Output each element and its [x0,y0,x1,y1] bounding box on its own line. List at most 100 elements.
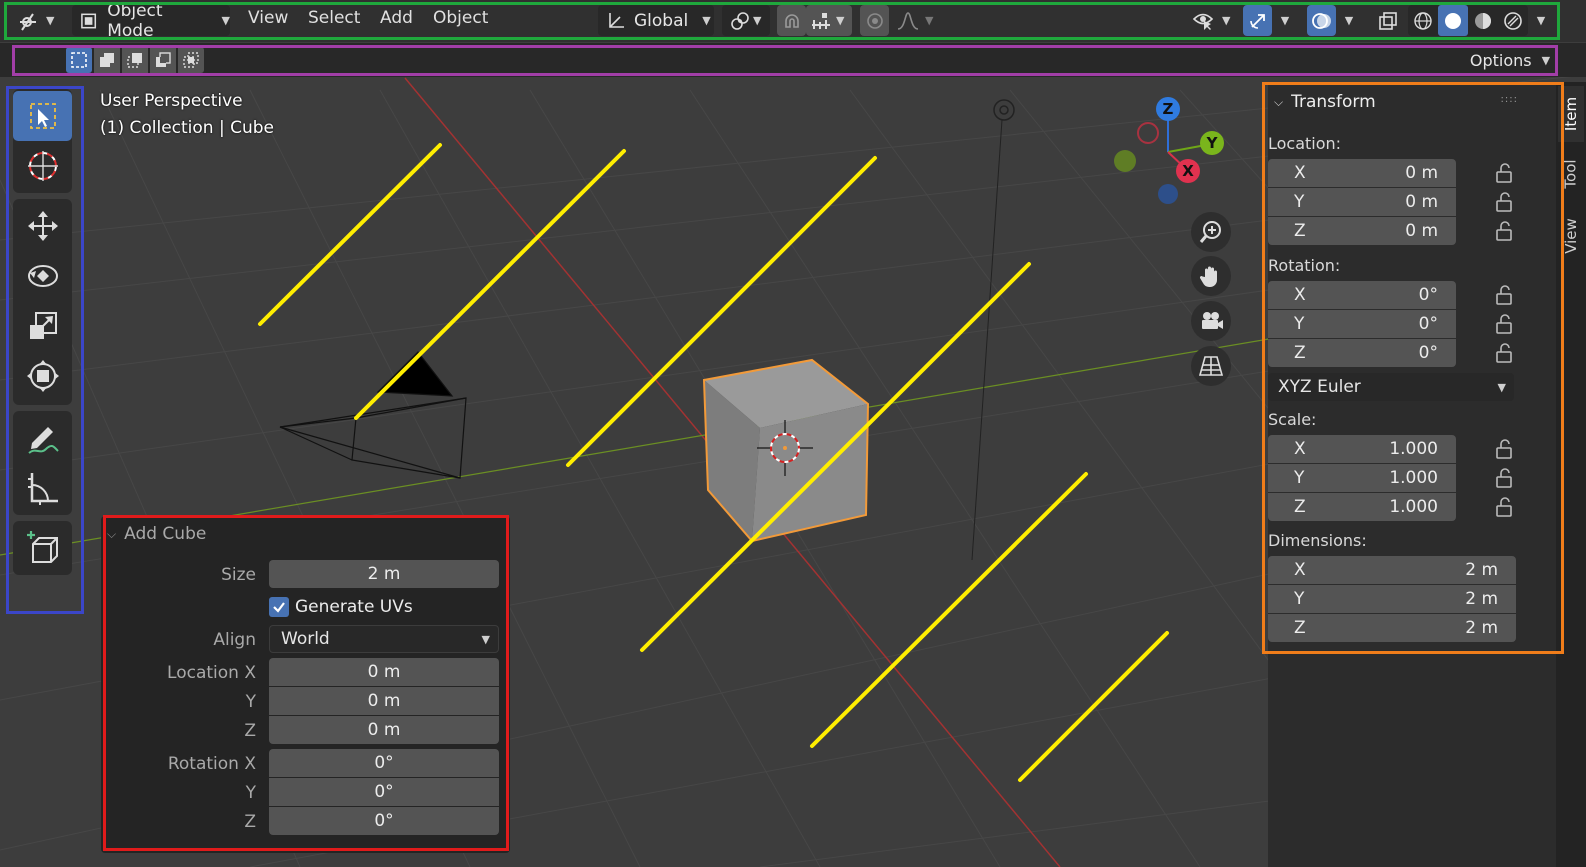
menu-view[interactable]: View [248,8,288,28]
lock-icon[interactable] [1494,191,1516,213]
overlays-toggle[interactable] [1307,5,1336,36]
annotate-tool[interactable] [13,413,72,463]
tab-label: Tool [1562,159,1581,189]
pivot-point-dropdown[interactable]: ▼ [722,5,770,36]
location-z-field[interactable]: Z 0 m [1268,217,1456,245]
move-tool[interactable] [13,201,72,251]
rotation-z-field[interactable]: 0° [269,807,499,835]
lock-icon[interactable] [1494,313,1516,335]
pan-hand-icon[interactable] [1191,256,1231,296]
generate-uvs-checkbox[interactable]: Generate UVs [269,596,413,618]
options-dropdown[interactable]: Options ▼ [1462,47,1558,73]
dimensions-x-field[interactable]: X 2 m [1268,556,1516,584]
gizmo-y-label: Y [1206,134,1218,152]
size-field[interactable]: 2 m [269,560,499,588]
tab-item[interactable]: Item [1558,86,1584,142]
falloff-curve-icon [897,11,919,30]
sidebar-tabs: Item Tool View [1556,82,1586,867]
gizmo-dropdown[interactable]: ▼ [1274,5,1296,36]
material-sphere-icon [1475,12,1491,29]
lock-icon[interactable] [1494,496,1516,518]
xray-toggle[interactable] [1373,5,1402,36]
viewport-header: ▼ Object Mode ▼ View Select Add Object G… [0,0,1586,42]
lock-icon[interactable] [1494,220,1516,242]
menu-select[interactable]: Select [308,8,360,28]
dimensions-z-field[interactable]: Z 2 m [1268,614,1516,642]
rotation-x-field[interactable]: 0° [269,749,499,777]
field-value: 0° [1418,314,1438,334]
select-extend-button[interactable] [94,47,120,73]
orientation-dropdown[interactable]: Global ▼ [598,5,714,36]
proportional-editing-icon [866,12,883,29]
lock-icon[interactable] [1494,438,1516,460]
perspective-grid-icon[interactable] [1191,346,1231,386]
axis-label: Z [1294,497,1306,517]
rotation-x-field[interactable]: X 0° [1268,281,1456,309]
location-x-field[interactable]: 0 m [269,658,499,686]
options-label: Options [1469,50,1532,70]
move-icon [27,211,58,241]
transform-tool[interactable] [13,351,72,401]
rotation-y-field[interactable]: 0° [269,778,499,806]
proportional-falloff-dropdown[interactable]: ▼ [893,5,938,36]
tab-tool[interactable]: Tool [1558,146,1584,202]
select-extend-icon [100,53,114,67]
wireframe-shading-button[interactable] [1408,5,1438,36]
lock-icon[interactable] [1494,162,1516,184]
add-cube-tool[interactable] [13,523,72,573]
visibility-dropdown[interactable]: ▼ [1186,5,1234,36]
drag-handle-icon[interactable]: :::: [1501,94,1518,105]
align-dropdown[interactable]: World ▼ [269,625,499,653]
camera-view-icon[interactable] [1191,301,1231,341]
snap-target-dropdown[interactable]: ▼ [806,5,852,36]
rotation-mode-dropdown[interactable]: XYZ Euler ▼ [1268,373,1514,401]
overlays-dropdown[interactable]: ▼ [1338,5,1360,36]
tab-label: Item [1562,96,1580,132]
lock-icon[interactable] [1494,467,1516,489]
cursor-tool[interactable] [13,141,72,191]
shading-dropdown[interactable]: ▼ [1530,5,1552,36]
zoom-icon[interactable] [1191,212,1231,252]
lock-icon[interactable] [1494,342,1516,364]
rotate-tool[interactable] [13,251,72,301]
select-intersect-button[interactable] [178,47,204,73]
snap-toggle[interactable] [777,5,806,36]
redo-panel-header[interactable]: ⌵ Add Cube [107,520,206,548]
field-value: 0 m [1405,163,1438,183]
select-invert-button[interactable] [150,47,176,73]
rotation-z-field[interactable]: Z 0° [1268,339,1456,367]
menu-add[interactable]: Add [380,8,413,28]
transform-panel-header[interactable]: ⌵ Transform :::: [1268,86,1556,118]
solid-shading-button[interactable] [1438,5,1468,36]
tool-shelf [10,89,76,608]
location-y-field[interactable]: Y 0 m [1268,188,1456,216]
field-value: 2 m [1465,560,1498,580]
field-value: 0 m [1405,221,1438,241]
location-y-field[interactable]: 0 m [269,687,499,715]
shading-modes [1408,5,1528,36]
lock-icon[interactable] [1494,284,1516,306]
location-z-field[interactable]: 0 m [269,716,499,744]
rotation-y-field[interactable]: Y 0° [1268,310,1456,338]
dimensions-y-field[interactable]: Y 2 m [1268,585,1516,613]
menu-object[interactable]: Object [433,8,488,28]
gizmo-toggle[interactable] [1243,5,1272,36]
scale-x-field[interactable]: X 1.000 [1268,435,1456,463]
mode-dropdown[interactable]: Object Mode ▼ [72,1,230,41]
rendered-shading-button[interactable] [1498,5,1528,36]
select-new-button[interactable] [66,47,92,73]
editor-type-button[interactable]: ▼ [18,5,58,36]
measure-tool[interactable] [13,463,72,513]
scale-z-field[interactable]: Z 1.000 [1268,493,1456,521]
scale-tool[interactable] [13,301,72,351]
tab-view[interactable]: View [1558,206,1584,266]
axis-label: Y [1294,589,1305,609]
select-subtract-button[interactable] [122,47,148,73]
pivot-point-icon [731,11,749,30]
select-box-tool[interactable] [13,91,72,141]
transform-icon [26,360,59,392]
location-x-field[interactable]: X 0 m [1268,159,1456,187]
proportional-editing-toggle[interactable] [860,5,889,36]
scale-y-field[interactable]: Y 1.000 [1268,464,1456,492]
material-shading-button[interactable] [1468,5,1498,36]
